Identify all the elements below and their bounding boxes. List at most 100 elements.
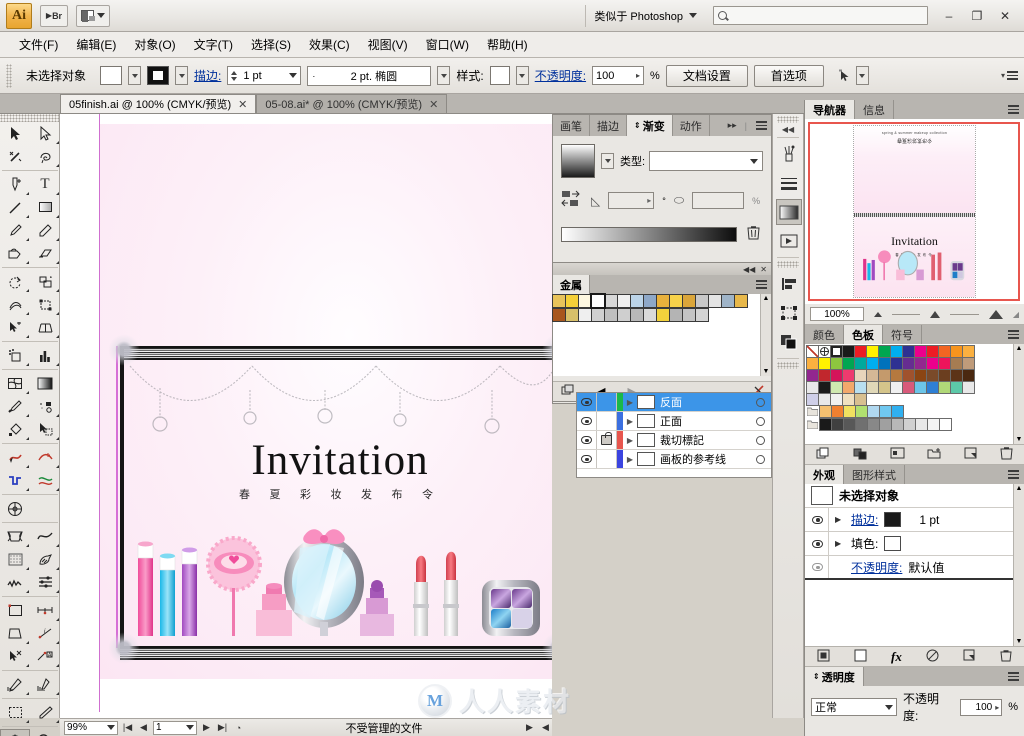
layer-target-circle-icon[interactable] [749, 416, 771, 426]
stroke-weight-stepper[interactable] [231, 67, 240, 84]
metal-panel-menu-icon[interactable] [751, 275, 771, 294]
layer-visibility-toggle-icon[interactable] [577, 431, 597, 449]
zoom-out-icon[interactable] [874, 311, 882, 317]
swatch-item[interactable] [695, 294, 709, 308]
layer-lock-icon[interactable] [597, 431, 617, 449]
swatch-item[interactable] [578, 294, 592, 308]
gradient-preview-swatch[interactable] [561, 144, 595, 178]
stroke-icon[interactable] [776, 170, 802, 196]
menu-window[interactable]: 窗口(W) [417, 32, 478, 57]
slice-selection-tool[interactable] [0, 645, 30, 668]
close-button[interactable]: ✕ [992, 6, 1018, 26]
gradient-mesh-tool[interactable] [0, 548, 30, 571]
swatch-item[interactable] [695, 308, 709, 322]
delete-swatch-icon[interactable] [1000, 446, 1013, 463]
live-paint-selection-tool[interactable] [30, 418, 60, 441]
swatch-item[interactable] [643, 308, 657, 322]
select-similar-dropdown-button[interactable] [855, 66, 869, 85]
show-swatch-kinds-icon[interactable] [853, 447, 868, 463]
reshape-tool[interactable] [30, 525, 60, 548]
add-new-stroke-icon[interactable] [817, 649, 830, 665]
perspective-selection-tool[interactable] [0, 622, 30, 645]
layer-lock-toggle[interactable] [597, 450, 617, 468]
layer-visibility-toggle-icon[interactable] [577, 412, 597, 430]
line-segment-tool[interactable] [0, 196, 30, 219]
perspective-grid-tool[interactable] [30, 316, 60, 339]
tab-brushes[interactable]: 画笔 [553, 115, 590, 136]
tab-navigator[interactable]: 导航器 [805, 100, 855, 119]
scroll-down-icon[interactable]: ▼ [1016, 638, 1023, 645]
layer-target-circle-icon[interactable] [749, 397, 771, 407]
tab-actions[interactable]: 动作 [673, 115, 710, 136]
layer-target-circle-icon[interactable] [749, 454, 771, 464]
lasso-tool[interactable] [30, 145, 60, 168]
measure-tool[interactable] [30, 599, 60, 622]
slice-tool[interactable] [0, 701, 30, 724]
color-group-folder-icon[interactable] [806, 405, 819, 418]
close-icon[interactable]: ✕ [760, 265, 767, 274]
scroll-up-icon[interactable]: ▲ [1016, 485, 1023, 492]
tab-stroke[interactable]: 描边 [590, 115, 627, 136]
scale-tool[interactable] [30, 270, 60, 293]
swatch-item[interactable] [565, 308, 579, 322]
tab-info[interactable]: 信息 [855, 100, 894, 119]
rectangle-tool[interactable] [30, 196, 60, 219]
eyedropper-tool[interactable] [0, 395, 30, 418]
swatch-options-icon[interactable] [890, 447, 905, 462]
workspace-switcher[interactable]: 类似于 Photoshop [585, 4, 705, 27]
preferences-button[interactable]: 首选项 [753, 64, 824, 87]
menu-help[interactable]: 帮助(H) [478, 32, 537, 57]
tab-appearance[interactable]: 外观 [805, 465, 844, 484]
symbol-styler-tool[interactable]: A [30, 645, 60, 668]
appearance-panel-menu-icon[interactable] [1002, 465, 1024, 484]
brush-definition-dropdown-button[interactable] [437, 66, 451, 85]
appearance-target-row[interactable]: 未选择对象 [805, 484, 1024, 508]
artboard-number-field[interactable]: 1 [153, 720, 197, 735]
appearance-row-fill[interactable]: ▶ 填色: [805, 532, 1024, 556]
layer-visibility-toggle-icon[interactable] [577, 393, 597, 411]
status-menu-arrow-icon[interactable]: ▶ [523, 722, 536, 733]
menu-edit[interactable]: 编辑(E) [67, 32, 125, 57]
chevron-down-icon[interactable] [107, 725, 115, 730]
visibility-toggle-icon[interactable] [807, 508, 829, 531]
stroke-label[interactable]: 描边: [194, 67, 221, 84]
status-display-icon[interactable]: ◔ [232, 723, 245, 733]
scroll-up-icon[interactable]: ▲ [763, 295, 770, 302]
dock-gripper-2[interactable] [777, 261, 799, 268]
transparency-panel-menu-icon[interactable] [1002, 667, 1024, 686]
fill-color-swatch[interactable] [100, 66, 123, 85]
menu-file[interactable]: 文件(F) [10, 32, 67, 57]
appearance-scrollbar[interactable]: ▲ ▼ [1013, 484, 1024, 646]
document-tab-05-08[interactable]: 05-08.ai* @ 100% (CMYK/预览) ✕ [256, 94, 448, 113]
control-panel-menu-icon[interactable] [1007, 71, 1018, 80]
symbol-shifter-tool[interactable] [0, 497, 30, 520]
tab-transparency[interactable]: ⇕ 透明度 [805, 667, 864, 686]
type-tool[interactable]: T [30, 173, 60, 196]
swatch-item[interactable] [682, 294, 696, 308]
visibility-toggle-icon[interactable] [807, 556, 829, 578]
symbol-scruncher-tool[interactable] [30, 548, 60, 571]
bridge-button[interactable]: ▶ Br [40, 4, 68, 27]
swatch-item[interactable] [939, 418, 952, 431]
layer-expand-arrow-icon[interactable]: ▶ [623, 455, 637, 464]
dock-gripper[interactable] [777, 116, 799, 123]
swatches-panel-menu-icon[interactable] [1002, 325, 1024, 344]
load-library-icon[interactable] [561, 384, 575, 399]
appearance-fill-swatch[interactable] [884, 536, 902, 551]
stroke-weight-field[interactable]: 1 pt [227, 66, 302, 85]
close-icon[interactable]: ✕ [429, 98, 438, 111]
swatch-item[interactable] [682, 308, 696, 322]
zoom-tool[interactable] [30, 729, 60, 736]
transparency-opacity-field[interactable]: 100 ▸ [960, 698, 1003, 716]
actions-icon[interactable] [776, 228, 802, 254]
swatch-item[interactable] [656, 308, 670, 322]
gradient-angle-field[interactable]: ▸ [608, 192, 655, 209]
gradient-type-select[interactable] [649, 151, 763, 171]
layer-expand-arrow-icon[interactable]: ▶ [623, 436, 637, 445]
transform-icon[interactable] [776, 300, 802, 326]
warp-tool[interactable] [0, 446, 30, 469]
swatch-item[interactable] [669, 308, 683, 322]
swatch-item[interactable] [552, 294, 566, 308]
layer-lock-toggle[interactable] [597, 393, 617, 411]
gradient-aspect-field[interactable] [692, 192, 745, 209]
